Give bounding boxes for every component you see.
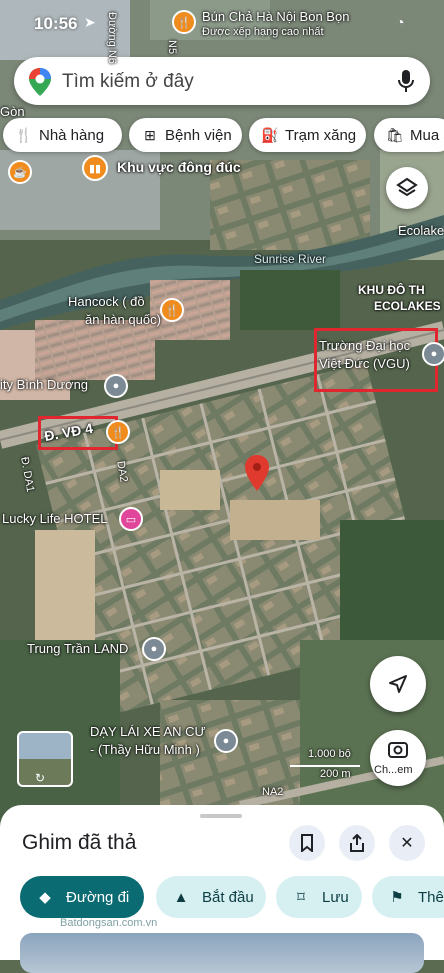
chip-hospitals[interactable]: ⊞ Bệnh viện xyxy=(129,118,242,152)
map-label-bun-cha[interactable]: Bún Chả Hà Nội Bon Bọn xyxy=(202,9,349,24)
my-location-button[interactable] xyxy=(370,656,426,712)
busy-area-icon[interactable]: ▮▮ xyxy=(82,155,108,181)
bookmark-icon xyxy=(301,834,313,852)
map-label-urban-area-2: ECOLAKES xyxy=(374,299,441,313)
search-bar[interactable]: Tìm kiếm ở đây xyxy=(14,57,430,105)
map-label-busy-area: Khu vực đông đúc xyxy=(117,159,241,175)
scale-m-label: 200 m xyxy=(320,768,351,780)
map-label-vgu-1[interactable]: Trường Đại học xyxy=(319,338,410,353)
status-time: 10:56 xyxy=(34,14,78,33)
microphone-icon[interactable] xyxy=(397,69,415,93)
map-label-gon: Gòn xyxy=(0,104,25,119)
rotate-360-icon: ↻ xyxy=(35,771,46,785)
bookmark-icon: ⌑ xyxy=(297,889,305,906)
map-label-driving-school-2[interactable]: - (Thầy Hữu Minh ) xyxy=(90,742,200,757)
place-poi-icon[interactable]: ● xyxy=(214,729,238,753)
flag-icon: ⚑ xyxy=(390,889,404,906)
chip-gas-stations[interactable]: ⛽ Trạm xăng xyxy=(249,118,366,152)
restaurant-poi-icon[interactable]: 🍴 xyxy=(160,298,184,322)
chip-shopping[interactable]: 🛍 Mua s xyxy=(374,118,444,152)
map-label-river: Sunrise River xyxy=(254,252,327,266)
scale-bar xyxy=(290,765,360,767)
shopping-bag-icon: 🛍 xyxy=(386,126,404,143)
map-label-trung-tran[interactable]: Trung Trần LAND xyxy=(27,641,128,656)
chip-restaurants[interactable]: 🍴 Nhà hàng xyxy=(3,118,122,152)
street-view-thumbnail[interactable]: ↻ xyxy=(17,731,73,787)
chip-label: Bệnh viện xyxy=(165,126,232,144)
close-icon: ✕ xyxy=(400,835,414,852)
directions-icon: ◆ xyxy=(39,889,51,906)
navigation-icon: ▲ xyxy=(173,888,189,906)
share-icon xyxy=(350,834,364,852)
search-input[interactable]: Tìm kiếm ở đây xyxy=(62,71,194,93)
chip-label: Mua s xyxy=(410,126,444,144)
lens-button[interactable]: Ch...em xyxy=(370,730,426,786)
map-label-urban-area-1: KHU ĐÔ TH xyxy=(358,283,425,297)
restaurant-poi-icon[interactable]: 🍴 xyxy=(106,420,130,444)
action-label: Bắt đầu xyxy=(202,888,254,906)
map-label-hancock-2[interactable]: ăn hàn quốc) xyxy=(85,312,161,327)
map-label-road-n5: N5 xyxy=(166,40,178,55)
directions-button[interactable]: ◆ Đường đi xyxy=(20,876,144,918)
sheet-title: Ghim đã thả xyxy=(22,831,137,854)
scale-ft-label: 1.000 bộ xyxy=(308,748,351,760)
share-button[interactable] xyxy=(339,825,375,861)
map-label-city-binh-duong[interactable]: ity Bình Dương xyxy=(0,377,88,392)
location-arrow-icon: ➤ xyxy=(84,14,96,30)
save-bookmark-button[interactable] xyxy=(289,825,325,861)
dropped-pin-icon[interactable] xyxy=(245,455,269,491)
place-poi-icon[interactable]: ● xyxy=(104,374,128,398)
map-label-road-na2: NA2 xyxy=(262,786,284,798)
chip-label: Trạm xăng xyxy=(285,126,357,144)
status-bar: 10:56 ➤ ◔ xyxy=(0,0,444,48)
restaurant-poi-icon[interactable]: 🍴 xyxy=(172,10,196,34)
gas-station-icon: ⛽ xyxy=(261,126,279,143)
place-poi-icon[interactable]: ● xyxy=(142,637,166,661)
save-button[interactable]: ⌑ Lưu xyxy=(276,876,362,918)
layers-icon xyxy=(396,177,418,197)
action-label: Lưu xyxy=(322,888,349,906)
school-poi-icon[interactable]: ● xyxy=(422,342,444,366)
navigation-arrow-icon xyxy=(389,675,407,693)
start-button[interactable]: ▲ Bắt đầu xyxy=(156,876,266,918)
wifi-icon: ◔ xyxy=(396,14,405,30)
camera-lens-icon xyxy=(388,742,408,758)
place-photo[interactable] xyxy=(20,933,424,973)
more-button[interactable]: ⚑ Thêm xyxy=(372,876,444,918)
map-label-bun-cha-subtitle: Được xếp hạng cao nhất xyxy=(202,26,324,38)
sheet-drag-handle[interactable] xyxy=(200,814,242,818)
map-label-lucky-life[interactable]: Lucky Life HOTEL xyxy=(2,511,108,526)
action-label: Thêm xyxy=(418,888,444,906)
map-label-vgu-2[interactable]: Việt Đức (VGU) xyxy=(319,356,410,371)
action-label: Đường đi xyxy=(66,888,130,906)
map-label-driving-school-1[interactable]: DẠY LÁI XE AN CƯ xyxy=(90,724,206,739)
lens-label: Ch...em xyxy=(374,764,413,776)
bottom-sheet[interactable]: Ghim đã thả ✕ ◆ Đường đi ▲ Bắt đầu ⌑ Lưu ⚑ T… xyxy=(0,805,444,973)
chip-label: Nhà hàng xyxy=(39,126,105,144)
restaurant-icon: 🍴 xyxy=(15,126,33,143)
map-label-ecolake: Ecolake xyxy=(398,223,444,238)
category-chips: 🍴 Nhà hàng ⊞ Bệnh viện ⛽ Trạm xăng 🛍 Mua s xyxy=(0,118,444,154)
map-label-hancock-1[interactable]: Hancock ( đồ xyxy=(68,294,145,309)
google-maps-pin-icon xyxy=(29,68,51,96)
map-label-road-n6: Đường N6 xyxy=(106,12,118,64)
cafe-poi-icon[interactable]: ☕ xyxy=(8,160,32,184)
layers-button[interactable] xyxy=(386,167,428,209)
hospital-icon: ⊞ xyxy=(144,126,156,143)
close-button[interactable]: ✕ xyxy=(389,825,425,861)
watermark: Batdongsan.com.vn xyxy=(60,917,158,929)
hotel-poi-icon[interactable]: ▭ xyxy=(119,507,143,531)
